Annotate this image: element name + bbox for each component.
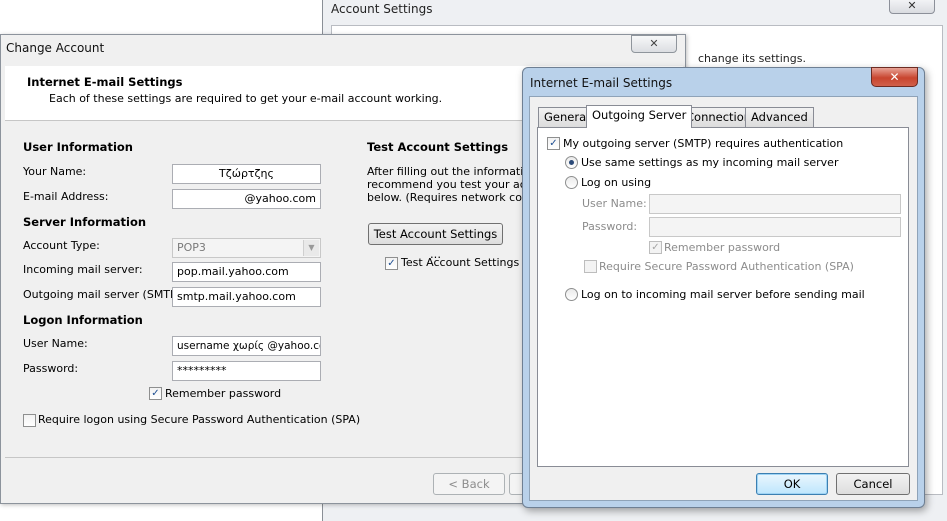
header-title: Internet E-mail Settings xyxy=(27,75,183,89)
test-description-line: below. (Requires network conne xyxy=(367,191,543,204)
test-account-heading: Test Account Settings xyxy=(367,140,509,154)
tab-outgoing-server[interactable]: Outgoing Server xyxy=(586,105,693,128)
logon-information-heading: Logon Information xyxy=(23,313,143,327)
spa-checkbox[interactable] xyxy=(23,414,36,427)
password-field[interactable]: ********* xyxy=(172,361,321,381)
your-name-label: Your Name: xyxy=(23,165,87,178)
smtp-password-field[interactable] xyxy=(649,217,901,237)
close-icon: ✕ xyxy=(907,0,917,12)
test-by-clicking-checkbox[interactable]: ✓ xyxy=(385,257,398,270)
test-by-clicking-label: Test Account Settings by xyxy=(401,256,537,269)
user-name-field[interactable]: username χωρίς @yahoo.com xyxy=(172,336,321,356)
smtp-password-label: Password: xyxy=(582,220,638,233)
header-subtitle: Each of these settings are required to g… xyxy=(49,92,443,105)
test-account-settings-button[interactable]: Test Account Settings ... xyxy=(368,223,503,261)
incoming-server-label: Incoming mail server: xyxy=(23,263,143,276)
outgoing-server-field[interactable]: smtp.mail.yahoo.com xyxy=(172,287,321,307)
close-icon: ✕ xyxy=(649,37,659,50)
smtp-auth-label: My outgoing server (SMTP) requires authe… xyxy=(563,137,844,150)
back-button[interactable]: < Back xyxy=(433,473,505,495)
internet-email-settings-dialog: Internet E-mail Settings ✕ General Outgo… xyxy=(522,67,925,508)
use-same-settings-label: Use same settings as my incoming mail se… xyxy=(581,156,839,169)
account-type-value: POP3 xyxy=(177,241,206,254)
close-icon: ✕ xyxy=(889,70,900,84)
change-account-title: Change Account xyxy=(6,41,105,55)
email-address-label: E-mail Address: xyxy=(23,190,109,203)
log-on-using-label: Log on using xyxy=(581,176,652,189)
user-name-label: User Name: xyxy=(23,337,88,350)
password-label: Password: xyxy=(23,362,79,375)
cancel-button[interactable]: Cancel xyxy=(836,473,910,495)
internet-email-close-button[interactable]: ✕ xyxy=(871,67,918,87)
account-settings-partial-text: change its settings. xyxy=(698,52,806,65)
log-on-incoming-label: Log on to incoming mail server before se… xyxy=(581,288,865,301)
chevron-down-icon: ▼ xyxy=(303,240,319,256)
account-type-label: Account Type: xyxy=(23,239,100,252)
smtp-remember-password-label: Remember password xyxy=(664,241,781,254)
server-information-heading: Server Information xyxy=(23,215,147,229)
smtp-spa-label: Require Secure Password Authentication (… xyxy=(599,260,854,273)
log-on-incoming-radio[interactable] xyxy=(565,288,578,301)
account-type-select[interactable]: POP3 ▼ xyxy=(172,238,321,258)
outgoing-server-panel: ✓ My outgoing server (SMTP) requires aut… xyxy=(537,127,909,467)
user-information-heading: User Information xyxy=(23,140,133,154)
your-name-field[interactable]: Τζώρτζης xyxy=(172,164,321,184)
smtp-auth-checkbox[interactable]: ✓ xyxy=(547,137,560,150)
change-account-close-button[interactable]: ✕ xyxy=(631,35,677,53)
test-description-line: After filling out the information o xyxy=(367,165,548,178)
smtp-remember-password-checkbox[interactable]: ✓ xyxy=(649,241,662,254)
use-same-settings-radio[interactable] xyxy=(565,156,578,169)
smtp-user-name-field[interactable] xyxy=(649,194,901,214)
ok-button[interactable]: OK xyxy=(756,473,828,495)
account-settings-close-button[interactable]: ✕ xyxy=(889,0,935,14)
outgoing-server-label: Outgoing mail server (SMTP): xyxy=(23,288,185,301)
remember-password-label: Remember password xyxy=(165,387,282,400)
internet-email-settings-title: Internet E-mail Settings xyxy=(530,76,673,90)
remember-password-checkbox[interactable]: ✓ xyxy=(149,387,162,400)
email-address-field[interactable]: @yahoo.com xyxy=(172,189,321,209)
smtp-spa-checkbox[interactable] xyxy=(584,260,597,273)
tab-advanced[interactable]: Advanced xyxy=(745,107,814,127)
spa-label: Require logon using Secure Password Auth… xyxy=(38,413,361,426)
smtp-user-name-label: User Name: xyxy=(582,197,647,210)
account-settings-title: Account Settings xyxy=(331,2,433,16)
incoming-server-field[interactable]: pop.mail.yahoo.com xyxy=(172,262,321,282)
dialog-client-area: General Outgoing Server Connection Advan… xyxy=(529,96,918,501)
log-on-using-radio[interactable] xyxy=(565,176,578,189)
